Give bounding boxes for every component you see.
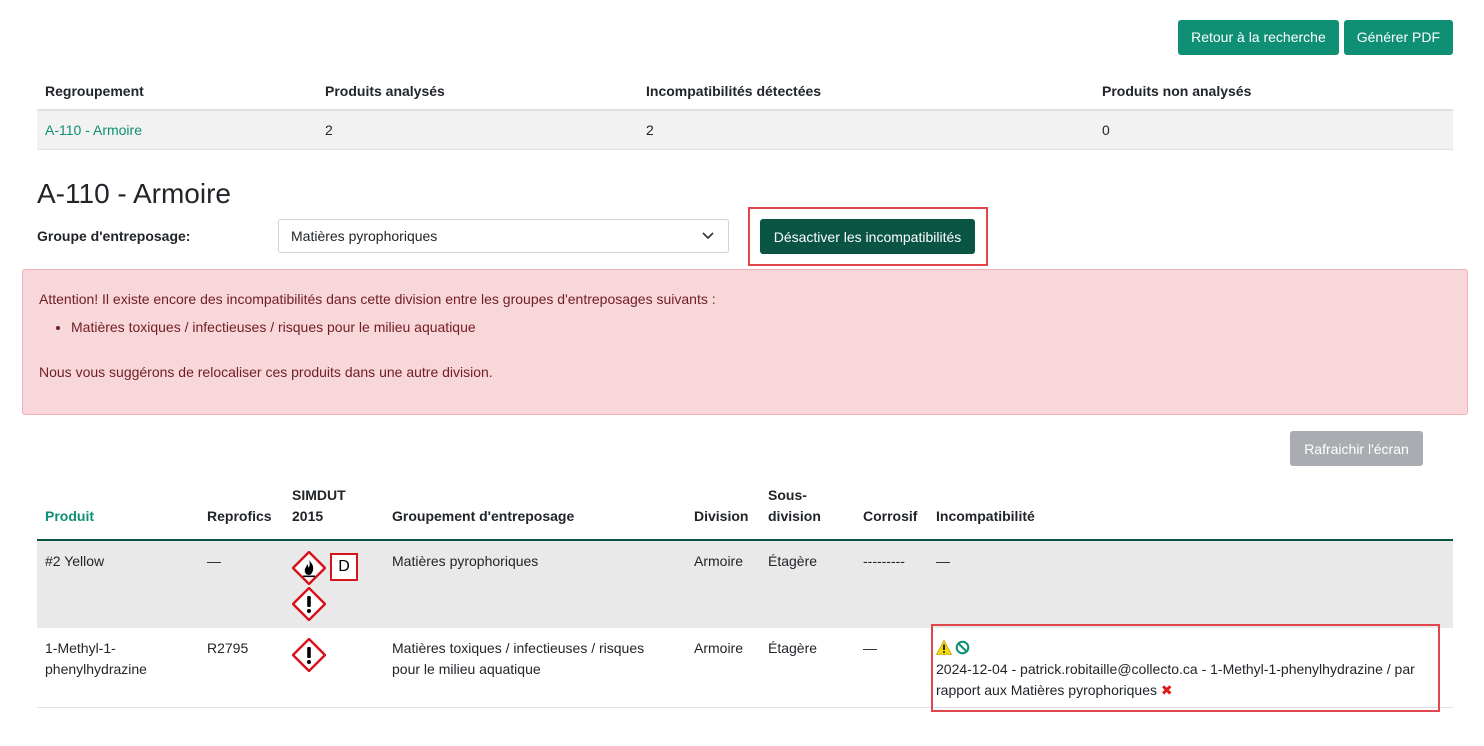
division-value: Armoire (694, 640, 744, 656)
summary-header-row: Regroupement Produits analysés Incompati… (37, 73, 1453, 111)
summary-header-non-analyses: Produits non analysés (1102, 83, 1252, 99)
header-sous-division-line2: division (768, 508, 821, 524)
simdut-pictograms: D (284, 551, 384, 628)
summary-header-incompatibilites: Incompatibilités détectées (646, 83, 822, 99)
produits-analyses-value: 2 (325, 122, 333, 138)
header-sous-division: Sous- division (760, 485, 855, 527)
alert-intro: Attention! Il existe encore des incompat… (39, 291, 716, 307)
summary-row: A-110 - Armoire 2 2 0 (37, 111, 1453, 150)
product-name: #2 Yellow (45, 553, 105, 569)
groupement-value: Matières pyrophoriques (392, 553, 539, 569)
alert-list-item: Matières toxiques / infectieuses / risqu… (71, 319, 476, 335)
incompat-value: — (936, 553, 950, 569)
exclamation-pictogram-icon (291, 637, 327, 673)
sous-division-value: Étagère (768, 553, 818, 569)
reprofics-value: R2795 (207, 640, 249, 656)
d-pictogram-label: D (338, 558, 350, 575)
back-to-search-button[interactable]: Retour à la recherche (1178, 20, 1339, 55)
summary-header-regroupement: Regroupement (45, 83, 144, 99)
chevron-down-icon (702, 220, 714, 264)
corrosif-value: --------- (863, 553, 905, 569)
alert-suggestion: Nous vous suggérons de relocaliser ces p… (39, 364, 493, 380)
header-simdut-line1: SIMDUT (292, 487, 346, 503)
groupement-line2: pour le milieu aquatique (392, 661, 541, 677)
summary-header-produits-analyses: Produits analysés (325, 83, 445, 99)
generate-pdf-button[interactable]: Générer PDF (1343, 20, 1453, 55)
sous-division-value: Étagère (768, 640, 818, 656)
header-produit[interactable]: Produit (37, 506, 199, 527)
groupement-value: Matières toxiques / infectieuses / risqu… (384, 638, 686, 707)
header-division: Division (694, 508, 749, 524)
header-simdut: SIMDUT 2015 (284, 485, 384, 527)
corrosif-value: — (863, 640, 877, 656)
highlight-frame-incompatibility (931, 624, 1440, 712)
storage-group-select[interactable]: Matières pyrophoriques (278, 219, 729, 253)
top-actions: Retour à la recherche Générer PDF (1178, 20, 1453, 55)
disable-incompatibilities-button[interactable]: Désactiver les incompatibilités (760, 219, 975, 254)
products-header-row: Produit Reprofics SIMDUT 2015 Groupement… (37, 485, 1453, 541)
product-name: 1-Methyl-1- phenylhydrazine (37, 638, 199, 707)
header-reprofics: Reprofics (207, 508, 272, 524)
header-simdut-line2: 2015 (292, 508, 324, 524)
header-groupement: Groupement d'entreposage (392, 508, 575, 524)
reprofics-value: — (207, 553, 221, 569)
flame-pictogram-icon (292, 551, 326, 585)
exclamation-pictogram-icon (292, 587, 326, 621)
storage-group-selected-value: Matières pyrophoriques (291, 228, 438, 244)
division-title: A-110 - Armoire (37, 178, 231, 209)
regroupement-link[interactable]: A-110 - Armoire (45, 122, 142, 138)
refresh-button[interactable]: Rafraichir l'écran (1290, 431, 1423, 466)
groupement-line1: Matières toxiques / infectieuses / risqu… (392, 640, 645, 656)
header-incompatibilite: Incompatibilité (936, 508, 1035, 524)
incompatibilites-value: 2 (646, 122, 654, 138)
header-corrosif: Corrosif (863, 508, 918, 524)
alert-list: Matières toxiques / infectieuses / risqu… (39, 319, 476, 335)
summary-table: Regroupement Produits analysés Incompati… (37, 73, 1453, 150)
table-row: #2 Yellow — D Matières pyrophoriques Arm… (37, 541, 1453, 628)
simdut-pictograms (284, 637, 384, 707)
product-name-line1: 1-Methyl-1- (45, 640, 116, 656)
non-analyses-value: 0 (1102, 122, 1110, 138)
header-sous-division-line1: Sous- (768, 487, 807, 503)
storage-group-label: Groupe d'entreposage: (37, 228, 191, 244)
incompatibility-alert: Attention! Il existe encore des incompat… (22, 269, 1468, 415)
d-pictogram-icon: D (330, 553, 358, 581)
product-name-line2: phenylhydrazine (45, 661, 147, 677)
division-value: Armoire (694, 553, 744, 569)
